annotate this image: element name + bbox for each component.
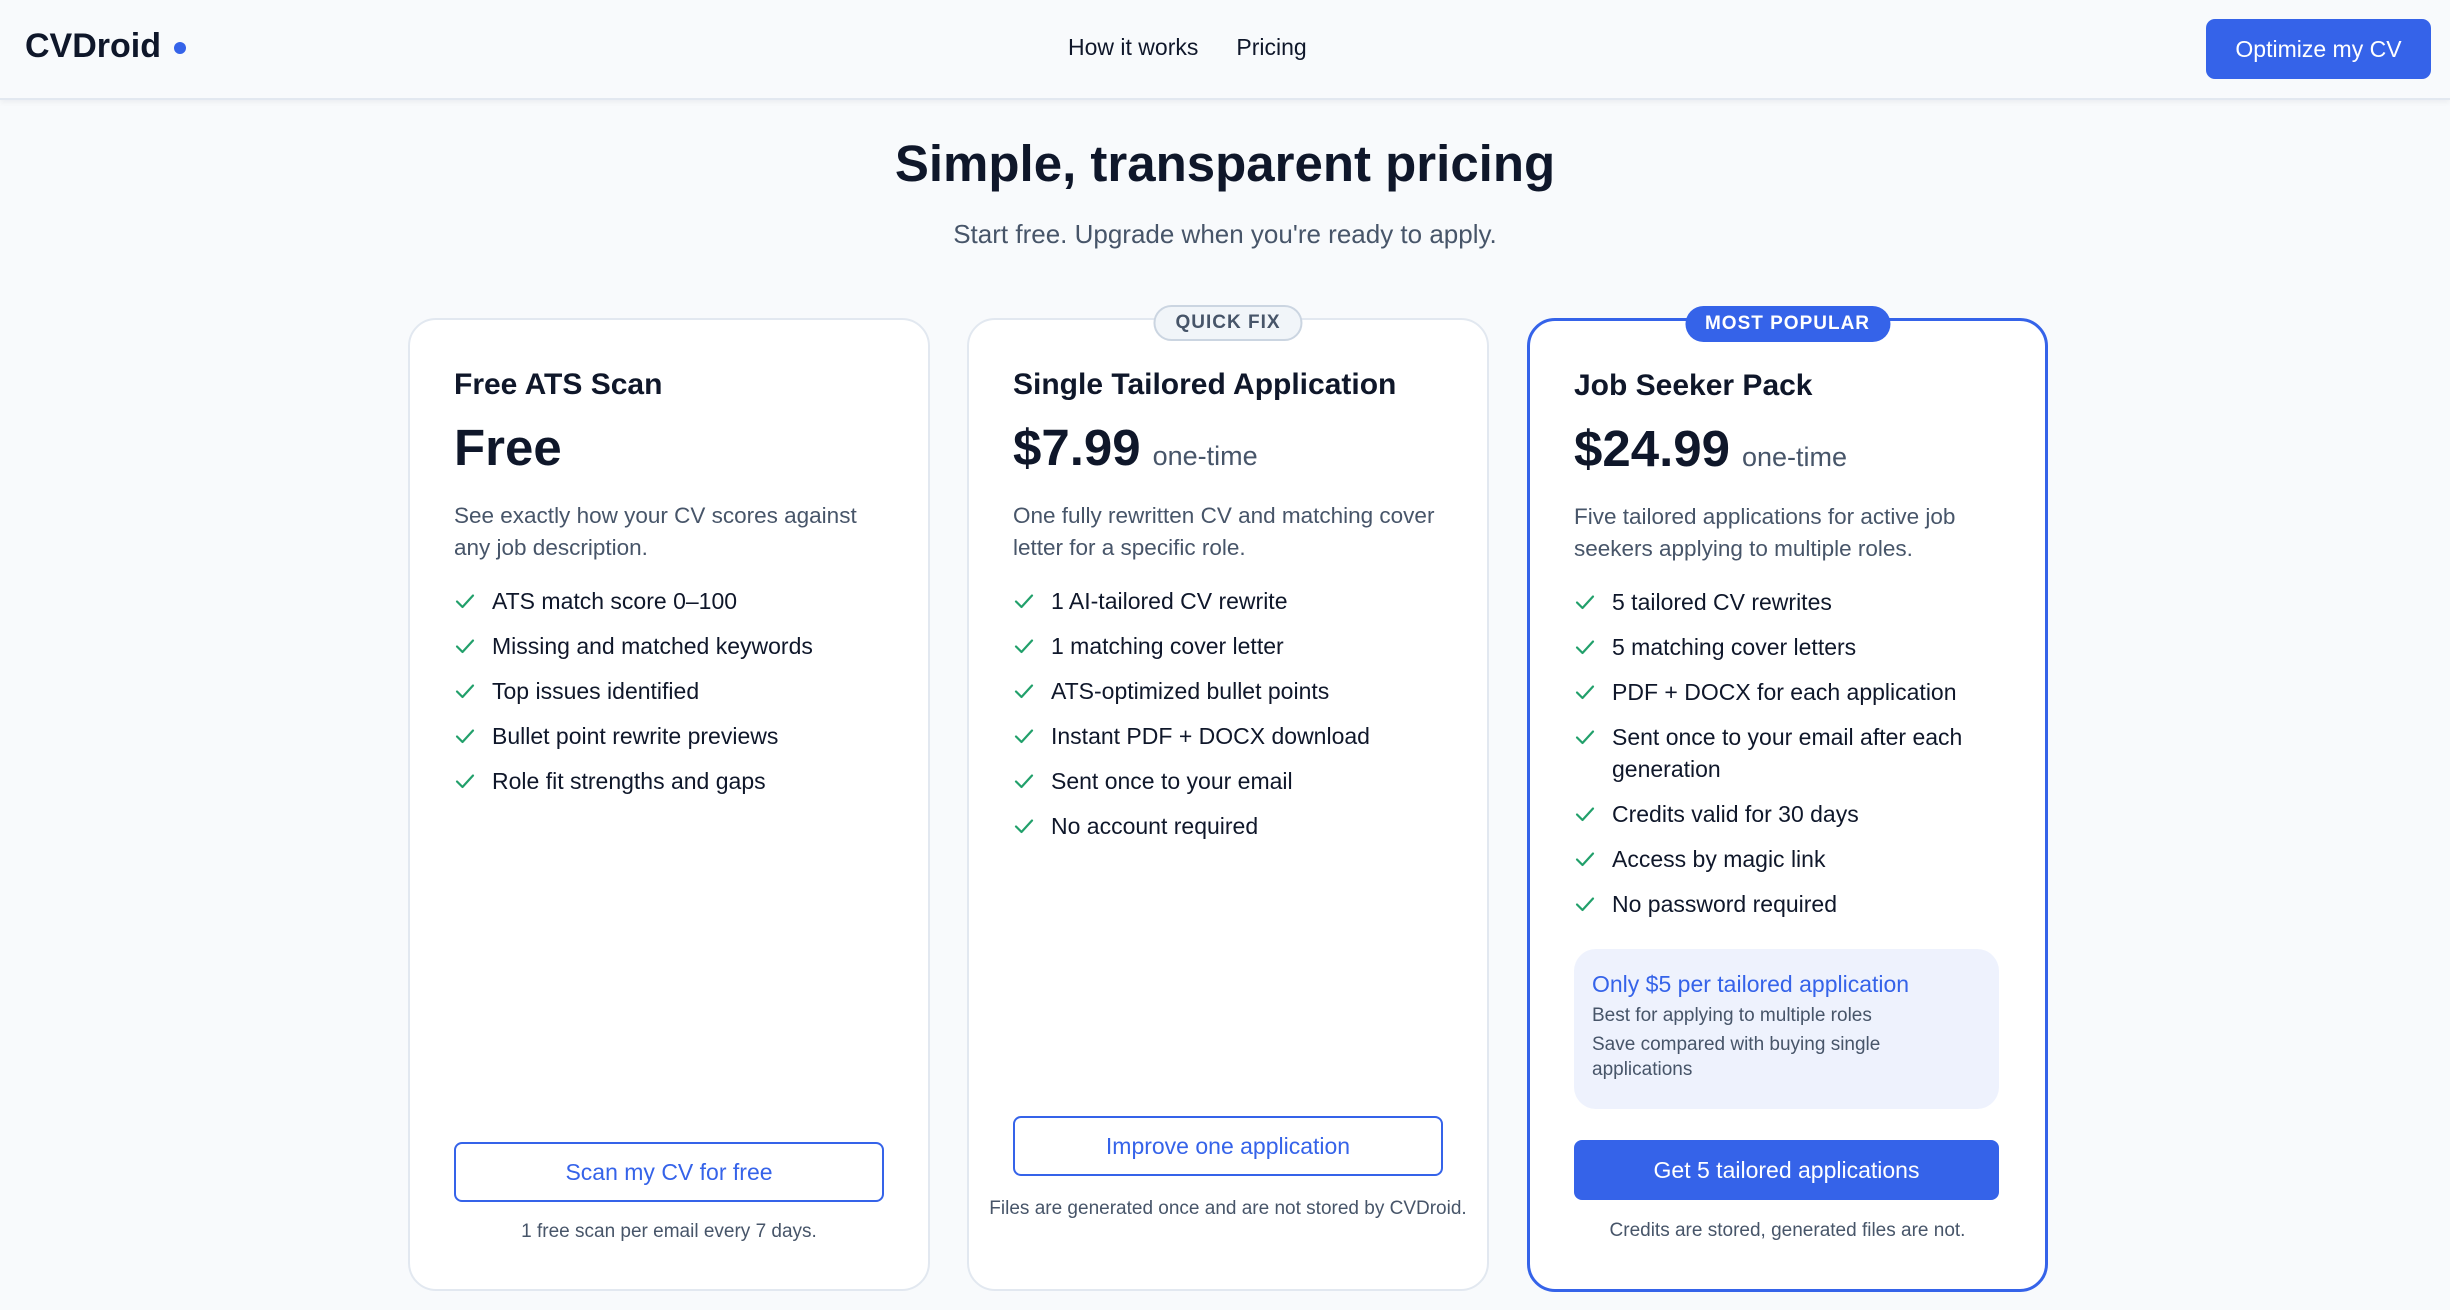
feature-text: Access by magic link [1612,846,1826,872]
feature-text: Missing and matched keywords [492,633,813,659]
feature-list: 5 tailored CV rewrites 5 matching cover … [1574,586,2014,933]
check-icon [1013,815,1035,837]
check-icon [1013,725,1035,747]
feature-item: Top issues identified [454,675,894,707]
feature-text: 5 matching cover letters [1612,634,1857,660]
check-icon [1574,726,1596,748]
callout-title: Only $5 per tailored application [1592,971,1910,997]
check-icon [1574,591,1596,613]
price-row: $7.99 one-time [1013,418,1258,477]
brand-name: CVDroid [25,27,161,65]
check-icon [1013,635,1035,657]
callout-line: Best for applying to multiple roles [1592,1005,1872,1026]
check-icon [1013,590,1035,612]
feature-item: 1 matching cover letter [1013,630,1453,662]
feature-text: Sent once to your email [1051,768,1293,794]
page-subtitle: Start free. Upgrade when you're ready to… [953,219,1497,249]
optimize-cv-button[interactable]: Optimize my CV [2206,19,2431,79]
feature-text: Bullet point rewrite previews [492,723,779,749]
feature-text: ATS-optimized bullet points [1051,678,1330,704]
check-icon [1013,770,1035,792]
feature-text: PDF + DOCX for each application [1612,679,1957,705]
feature-list: 1 AI-tailored CV rewrite 1 matching cove… [1013,585,1453,855]
value-callout: Only $5 per tailored application Best fo… [1574,949,1999,1109]
plan-badge: MOST POPULAR [1684,306,1891,342]
check-icon [454,680,476,702]
check-icon [454,770,476,792]
feature-text: 1 AI-tailored CV rewrite [1051,588,1288,614]
scan-cv-free-button[interactable]: Scan my CV for free [454,1142,884,1202]
feature-item: 5 matching cover letters [1574,631,2014,663]
check-icon [454,635,476,657]
feature-item: Bullet point rewrite previews [454,720,894,752]
plan-title: Free ATS Scan [454,368,663,401]
feature-item: Sent once to your email after each gener… [1574,721,2014,785]
check-icon [1574,681,1596,703]
get-5-applications-button[interactable]: Get 5 tailored applications [1574,1140,1999,1200]
check-icon [1013,680,1035,702]
plan-note: 1 free scan per email every 7 days. [521,1221,817,1242]
plan-price: Free [454,419,562,476]
plan-price: $7.99 [1013,419,1141,476]
check-icon [1574,893,1596,915]
plan-description: Five tailored applications for active jo… [1574,504,1956,561]
plan-card-free: Free ATS Scan Free See exactly how your … [408,318,930,1291]
feature-text: 5 tailored CV rewrites [1612,589,1832,615]
nav-link-pricing[interactable]: Pricing [1236,34,1306,61]
feature-item: Missing and matched keywords [454,630,894,662]
feature-text: ATS match score 0–100 [492,588,738,614]
feature-text: Instant PDF + DOCX download [1051,723,1370,749]
page-title: Simple, transparent pricing [894,135,1556,192]
check-icon [1574,803,1596,825]
feature-item: Credits valid for 30 days [1574,798,2014,830]
feature-item: ATS match score 0–100 [454,585,894,617]
nav-link-how-it-works[interactable]: How it works [1068,34,1198,61]
plan-badge: QUICK FIX [1153,305,1303,341]
plan-card-single: QUICK FIX Single Tailored Application $7… [967,305,1489,1291]
check-icon [454,590,476,612]
feature-item: Access by magic link [1574,843,2014,875]
feature-item: Sent once to your email [1013,765,1453,797]
feature-text: No account required [1051,813,1259,839]
top-navbar: CVDroid How it works Pricing Optimize my… [0,0,2450,100]
plan-card-job-seeker-pack: MOST POPULAR Job Seeker Pack $24.99 one-… [1527,306,2048,1292]
check-icon [454,725,476,747]
improve-application-button[interactable]: Improve one application [1013,1116,1443,1176]
price-row: $24.99 one-time [1574,419,1847,478]
plan-title: Job Seeker Pack [1574,369,1813,402]
feature-text: 1 matching cover letter [1051,633,1284,659]
feature-item: 1 AI-tailored CV rewrite [1013,585,1453,617]
feature-item: No account required [1013,810,1453,842]
feature-text: Top issues identified [492,678,700,704]
check-icon [1574,848,1596,870]
feature-text: No password required [1612,891,1838,917]
plan-description: See exactly how your CV scores against a… [454,503,857,560]
plan-title: Single Tailored Application [1013,368,1397,401]
plan-price: $24.99 [1574,420,1730,477]
feature-text: Credits valid for 30 days [1612,801,1859,827]
feature-text: Role fit strengths and gaps [492,768,766,794]
callout-line: Save compared with buying single applica… [1592,1034,1881,1080]
feature-item: No password required [1574,888,2014,920]
check-icon [1574,636,1596,658]
feature-item: ATS-optimized bullet points [1013,675,1453,707]
brand-logo[interactable]: CVDroid [25,27,186,66]
plan-note: Files are generated once and are not sto… [989,1198,1467,1219]
feature-text: Sent once to your email after each gener… [1612,724,1963,782]
feature-item: PDF + DOCX for each application [1574,676,2014,708]
price-unit: one-time [1152,441,1258,471]
plan-note: Credits are stored, generated files are … [1609,1220,1966,1241]
price-unit: one-time [1742,442,1848,472]
feature-item: 5 tailored CV rewrites [1574,586,2014,618]
brand-dot-icon [174,41,186,54]
plan-description: One fully rewritten CV and matching cove… [1013,503,1435,560]
feature-item: Instant PDF + DOCX download [1013,720,1453,752]
price-row: Free [454,418,562,477]
feature-list: ATS match score 0–100 Missing and matche… [454,585,894,810]
nav-links: How it works Pricing [1068,34,1307,61]
feature-item: Role fit strengths and gaps [454,765,894,797]
